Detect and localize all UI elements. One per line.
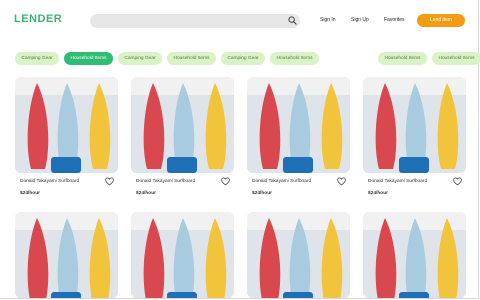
- listing-price: $24/hour: [136, 191, 156, 196]
- listing-title[interactable]: Donald Takayami Surfboard: [252, 179, 311, 184]
- favorites-link[interactable]: Favorites: [384, 17, 405, 23]
- lend-item-button[interactable]: Lend item: [417, 14, 465, 27]
- heart-icon[interactable]: [453, 177, 462, 186]
- sign-in-link[interactable]: Sign In: [320, 17, 336, 23]
- listing-image[interactable]: [247, 212, 350, 298]
- sign-up-link[interactable]: Sign Up: [351, 17, 369, 23]
- listing-price: $24/hour: [252, 191, 272, 196]
- listing-title[interactable]: Donald Takayami Surfboard: [136, 179, 195, 184]
- app-logo[interactable]: LENDER: [14, 13, 62, 25]
- listing-title[interactable]: Donald Takayami Surfboard: [368, 179, 427, 184]
- listing-image[interactable]: [15, 77, 118, 173]
- category-chip[interactable]: Camping Gear: [221, 52, 265, 65]
- listing-title[interactable]: Donald Takayami Surfboard: [20, 179, 79, 184]
- category-chip[interactable]: Household Items: [432, 52, 480, 65]
- heart-icon[interactable]: [337, 177, 346, 186]
- category-chip[interactable]: Household Items: [167, 52, 216, 65]
- category-bar: Camping Gear Household Items Camping Gea…: [0, 52, 480, 66]
- search-icon[interactable]: [288, 16, 297, 25]
- listing-image[interactable]: [363, 212, 466, 298]
- listing-image[interactable]: [247, 77, 350, 173]
- category-chip-active[interactable]: Household Items: [64, 52, 113, 65]
- heart-icon[interactable]: [105, 177, 114, 186]
- category-chip[interactable]: Camping Gear: [15, 52, 59, 65]
- listing-image[interactable]: [131, 212, 234, 298]
- category-chip[interactable]: Household Items: [270, 52, 319, 65]
- listing-price: $24/hour: [368, 191, 388, 196]
- search-input[interactable]: [90, 14, 300, 28]
- category-chip[interactable]: Household Items: [378, 52, 427, 65]
- listing-price: $24/hour: [20, 191, 40, 196]
- listing-image[interactable]: [15, 212, 118, 298]
- listing-image[interactable]: [131, 77, 234, 173]
- category-chip[interactable]: Camping Gear: [118, 52, 162, 65]
- heart-icon[interactable]: [221, 177, 230, 186]
- listing-image[interactable]: [363, 77, 466, 173]
